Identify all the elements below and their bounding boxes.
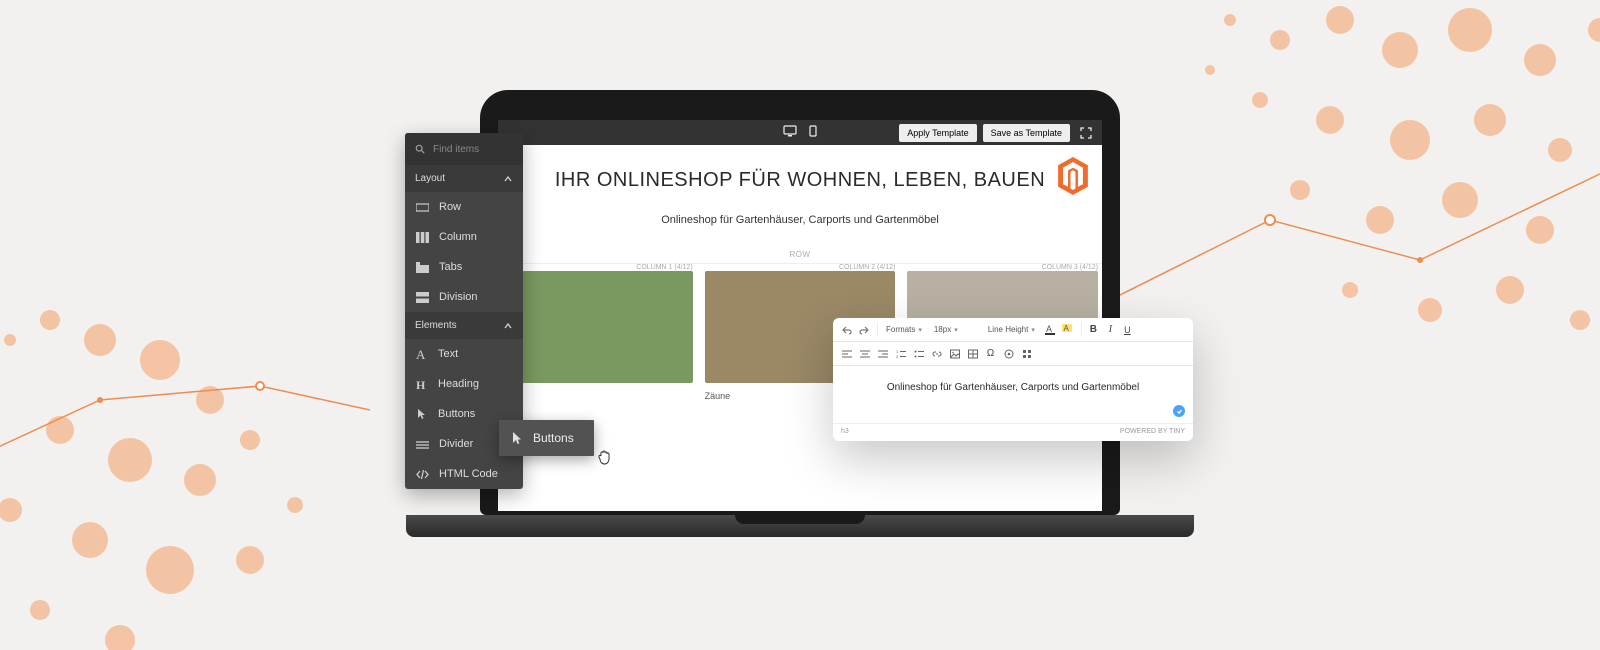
page-subtitle: Onlineshop für Gartenhäuser, Carports un… [498,214,1102,226]
numbered-list-button[interactable]: 12 [893,346,908,361]
svg-text:2: 2 [896,354,899,359]
save-template-button[interactable]: Save as Template [983,124,1070,142]
item-label: Buttons [438,408,475,420]
image-button[interactable] [947,346,962,361]
grab-cursor-icon [596,448,614,471]
item-heading[interactable]: H Heading [405,369,523,399]
page-title: IHR ONLINESHOP FÜR WOHNEN, LEBEN, BAUEN [498,169,1102,192]
redo-button[interactable] [856,322,871,337]
desktop-view-icon[interactable] [783,124,797,142]
column-1[interactable]: COLUMN 1 (4/12) [502,264,693,401]
table-button[interactable] [965,346,980,361]
builder-toolbar: Apply Template Save as Template [498,120,1102,145]
row-label: ROW [498,250,1102,264]
item-text[interactable]: A Text [405,339,523,369]
widget-button[interactable] [1019,346,1034,361]
align-left-button[interactable] [839,346,854,361]
svg-text:H: H [416,378,426,390]
variable-button[interactable] [1001,346,1016,361]
lineheight-select[interactable]: Line Height [984,323,1039,336]
text-editor-popup: Formats 18px Line Height A A B I U 12 Ω … [833,318,1193,441]
editor-footer: h3 POWERED BY TINY [833,423,1193,441]
text-color-button[interactable]: A [1043,322,1058,337]
laptop-frame: Apply Template Save as Template IHR ONLI… [480,90,1120,537]
status-tag: h3 [841,428,849,435]
undo-button[interactable] [839,322,854,337]
editor-toolbar-row2: 12 Ω [833,342,1193,366]
group-layout[interactable]: Layout [405,165,523,192]
row-icon [416,202,429,213]
editor-text: Onlineshop für Gartenhäuser, Carports un… [887,382,1139,393]
chevron-up-icon [503,321,513,331]
magento-logo [1056,157,1090,200]
editor-toolbar-row1: Formats 18px Line Height A A B I U [833,318,1193,342]
column-image [502,271,693,383]
group-elements[interactable]: Elements [405,312,523,339]
bold-button[interactable]: B [1086,322,1101,337]
group-label: Elements [415,320,457,331]
division-icon [416,292,429,303]
drag-preview: Buttons [499,420,594,456]
item-label: Division [439,291,478,303]
tabs-icon [416,262,429,273]
underline-button[interactable]: U [1120,322,1135,337]
heading-icon: H [416,378,428,390]
svg-text:A: A [1046,324,1052,334]
divider-icon [416,439,429,450]
panel-search[interactable] [405,133,523,165]
column-icon [416,232,429,243]
align-right-button[interactable] [875,346,890,361]
formats-select[interactable]: Formats [882,323,926,336]
fontsize-select[interactable]: 18px [930,323,980,336]
item-column[interactable]: Column [405,222,523,252]
item-label: Row [439,201,461,213]
apply-template-button[interactable]: Apply Template [899,124,976,142]
item-label: Tabs [439,261,462,273]
special-char-button[interactable]: Ω [983,346,998,361]
text-icon: A [416,348,428,360]
drag-label: Buttons [533,431,574,445]
column-label: COLUMN 1 (4/12) [502,264,693,271]
chevron-up-icon [503,174,513,184]
item-label: Heading [438,378,479,390]
item-html[interactable]: HTML Code [405,459,523,489]
code-icon [416,469,429,480]
search-input[interactable] [433,144,513,155]
column-label: COLUMN 2 (4/12) [705,264,896,271]
item-division[interactable]: Division [405,282,523,312]
item-label: Column [439,231,477,243]
editor-content[interactable]: Onlineshop für Gartenhäuser, Carports un… [833,366,1193,423]
bullet-list-button[interactable] [911,346,926,361]
expand-icon[interactable] [1076,123,1096,143]
svg-text:A: A [1063,324,1069,333]
italic-button[interactable]: I [1103,322,1118,337]
item-label: HTML Code [439,468,498,480]
cursor-icon [511,431,523,445]
group-label: Layout [415,173,445,184]
svg-text:A: A [416,348,426,360]
link-button[interactable] [929,346,944,361]
bg-color-button[interactable]: A [1060,322,1075,337]
powered-by: POWERED BY TINY [1120,428,1185,435]
item-tabs[interactable]: Tabs [405,252,523,282]
item-row[interactable]: Row [405,192,523,222]
search-icon [415,143,425,155]
mobile-view-icon[interactable] [809,124,817,142]
align-center-button[interactable] [857,346,872,361]
item-label: Text [438,348,458,360]
item-label: Divider [439,438,473,450]
check-badge-icon [1173,405,1185,417]
column-label: COLUMN 3 (4/12) [907,264,1098,271]
cursor-icon [416,408,428,420]
